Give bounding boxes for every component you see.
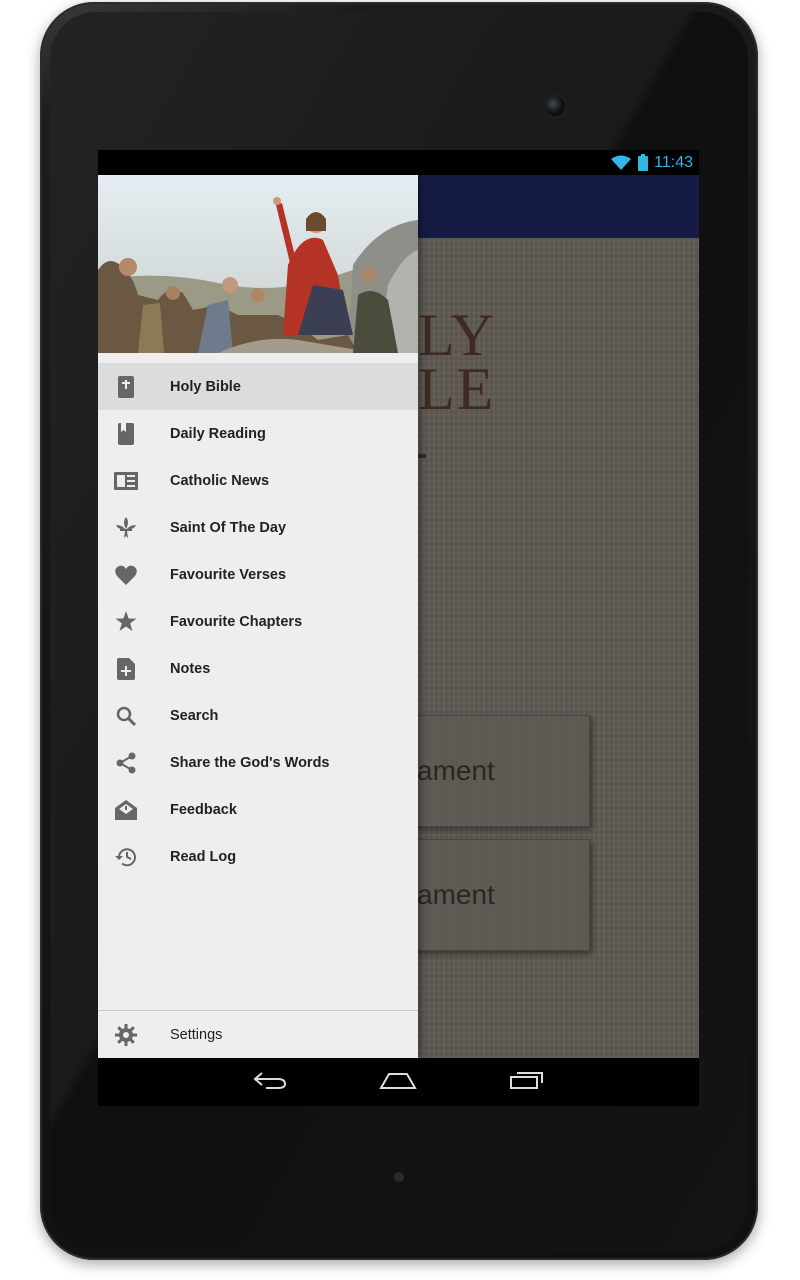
nav-item-favourite-chapters[interactable]: Favourite Chapters xyxy=(98,598,418,645)
home-button[interactable] xyxy=(378,1070,418,1094)
status-bar: 11:43 xyxy=(98,150,699,175)
nav-item-label: Favourite Verses xyxy=(170,566,287,583)
navigation-drawer: Holy Bible Daily Reading Catholic News S… xyxy=(98,175,418,1058)
share-icon xyxy=(114,751,138,775)
nav-item-label: Catholic News xyxy=(170,472,270,489)
gear-icon xyxy=(114,1023,138,1047)
device-sensor xyxy=(394,1172,404,1182)
nav-item-label: Holy Bible xyxy=(170,378,241,395)
star-icon xyxy=(114,610,138,634)
search-icon xyxy=(114,704,138,728)
fleur-de-lis-icon xyxy=(114,516,138,540)
nav-item-label: Read Log xyxy=(170,848,237,865)
nav-item-label: Share the God's Words xyxy=(170,754,330,771)
nav-item-label: Search xyxy=(170,707,219,724)
nav-item-daily-reading[interactable]: Daily Reading xyxy=(98,410,418,457)
front-camera xyxy=(545,96,565,116)
newspaper-icon xyxy=(114,469,138,493)
app-title-graphic: LY LE xyxy=(418,305,496,422)
wifi-icon xyxy=(610,155,632,171)
home-icon xyxy=(379,1070,417,1095)
nav-item-feedback[interactable]: Feedback xyxy=(98,786,418,833)
nav-item-holy-bible[interactable]: Holy Bible xyxy=(98,363,418,410)
note-add-icon xyxy=(114,657,138,681)
heart-icon xyxy=(114,563,138,587)
nav-item-label: Daily Reading xyxy=(170,425,266,442)
drawer-header-image xyxy=(98,175,418,353)
back-button[interactable] xyxy=(250,1070,290,1094)
new-testament-button[interactable]: ament xyxy=(388,839,590,951)
bible-icon xyxy=(114,375,138,399)
nav-item-notes[interactable]: Notes xyxy=(98,645,418,692)
screen: 11:43 LY LE ament ament Holy Bible Daily… xyxy=(98,150,699,1106)
nav-item-saint-of-the-day[interactable]: Saint Of The Day xyxy=(98,504,418,551)
battery-icon xyxy=(638,154,649,171)
recents-button[interactable] xyxy=(507,1070,547,1094)
nav-item-label: Feedback xyxy=(170,801,237,818)
drawer-menu: Holy Bible Daily Reading Catholic News S… xyxy=(98,363,418,880)
nav-item-label: Saint Of The Day xyxy=(170,519,287,536)
nav-item-read-log[interactable]: Read Log xyxy=(98,833,418,880)
nav-item-settings[interactable]: Settings xyxy=(98,1011,418,1059)
feedback-mail-icon xyxy=(114,798,138,822)
history-icon xyxy=(114,845,138,869)
nav-item-catholic-news[interactable]: Catholic News xyxy=(98,457,418,504)
nav-item-search[interactable]: Search xyxy=(98,692,418,739)
recents-icon xyxy=(509,1070,545,1095)
sermon-on-the-mount-painting xyxy=(98,175,418,353)
nav-item-favourite-verses[interactable]: Favourite Verses xyxy=(98,551,418,598)
title-line-2: LE xyxy=(418,356,496,422)
drawer-footer: Settings xyxy=(98,1010,418,1059)
book-icon xyxy=(114,422,138,446)
nav-item-label: Favourite Chapters xyxy=(170,613,303,630)
back-icon xyxy=(252,1070,288,1095)
old-testament-button[interactable]: ament xyxy=(388,715,590,827)
clock: 11:43 xyxy=(654,153,693,171)
nav-item-share[interactable]: Share the God's Words xyxy=(98,739,418,786)
nav-item-label: Notes xyxy=(170,660,211,677)
system-nav-bar xyxy=(98,1058,699,1106)
nav-item-label: Settings xyxy=(170,1027,223,1043)
